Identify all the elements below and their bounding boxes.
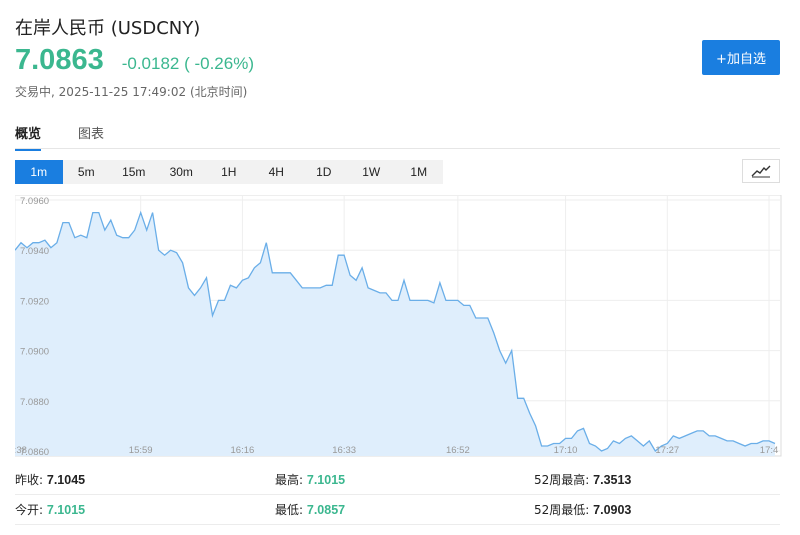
- instrument-title: 在岸人民币 (USDCNY): [15, 18, 201, 39]
- stat-open: 今开: 7.1015: [15, 503, 86, 517]
- interval-selector: 1m 5m 15m 30m 1H 4H 1D 1W 1M: [15, 160, 443, 184]
- interval-1w[interactable]: 1W: [348, 160, 396, 184]
- x-tick-label: 16:16: [231, 445, 255, 456]
- x-tick-label: 15:38: [15, 445, 27, 456]
- x-tick-label: 17:4: [760, 445, 779, 456]
- price-area-chart: 7.09607.09407.09207.09007.08807.086015:3…: [15, 195, 782, 457]
- trading-status: 交易中, 2025-11-25 17:49:02 (北京时间): [15, 83, 247, 100]
- status-text: 交易中: [15, 85, 52, 99]
- price-change: -0.0182 ( -0.26%): [121, 54, 254, 73]
- y-tick-label: 7.0940: [20, 246, 49, 257]
- interval-1mo[interactable]: 1M: [395, 160, 443, 184]
- tab-overview[interactable]: 概览: [15, 123, 42, 151]
- stat-52w-high: 52周最高: 7.3513: [534, 473, 632, 487]
- chart-type-button[interactable]: [742, 159, 780, 183]
- stat-prev-close: 昨收: 7.1045: [15, 473, 86, 487]
- x-tick-label: 17:10: [554, 445, 578, 456]
- interval-5m[interactable]: 5m: [63, 160, 111, 184]
- y-tick-label: 7.0900: [20, 347, 49, 358]
- last-price: 7.0863: [15, 44, 104, 76]
- x-tick-label: 16:33: [332, 445, 356, 456]
- interval-15m[interactable]: 15m: [110, 160, 158, 184]
- y-tick-label: 7.0920: [20, 296, 49, 307]
- stats-table: 昨收: 7.1045 最高: 7.1015 52周最高: 7.3513 今开: …: [15, 465, 780, 525]
- stat-high: 最高: 7.1015: [275, 473, 346, 487]
- tab-chart[interactable]: 图表: [78, 123, 104, 149]
- interval-1d[interactable]: 1D: [300, 160, 348, 184]
- stats-row: 今开: 7.1015 最低: 7.0857 52周最低: 7.0903: [15, 495, 780, 525]
- status-timestamp: 2025-11-25 17:49:02: [58, 85, 187, 99]
- stat-low: 最低: 7.0857: [275, 503, 346, 517]
- status-timezone: (北京时间): [189, 85, 248, 99]
- price-row: 7.0863 -0.0182 ( -0.26%): [15, 44, 254, 77]
- status-separator: ,: [51, 85, 55, 99]
- interval-4h[interactable]: 4H: [253, 160, 301, 184]
- view-tabs: 概览 图表: [15, 120, 780, 151]
- x-tick-label: 15:59: [129, 445, 153, 456]
- interval-1m[interactable]: 1m: [15, 160, 63, 184]
- y-tick-label: 7.0880: [20, 397, 49, 408]
- x-tick-label: 17:27: [655, 445, 679, 456]
- add-watchlist-button[interactable]: +加自选: [702, 40, 780, 75]
- y-tick-label: 7.0960: [20, 196, 49, 207]
- interval-1h[interactable]: 1H: [205, 160, 253, 184]
- line-chart-icon: [751, 165, 771, 178]
- interval-30m[interactable]: 30m: [158, 160, 206, 184]
- x-tick-label: 16:52: [446, 445, 470, 456]
- stat-52w-low: 52周最低: 7.0903: [534, 503, 632, 517]
- stats-row: 昨收: 7.1045 最高: 7.1015 52周最高: 7.3513: [15, 465, 780, 495]
